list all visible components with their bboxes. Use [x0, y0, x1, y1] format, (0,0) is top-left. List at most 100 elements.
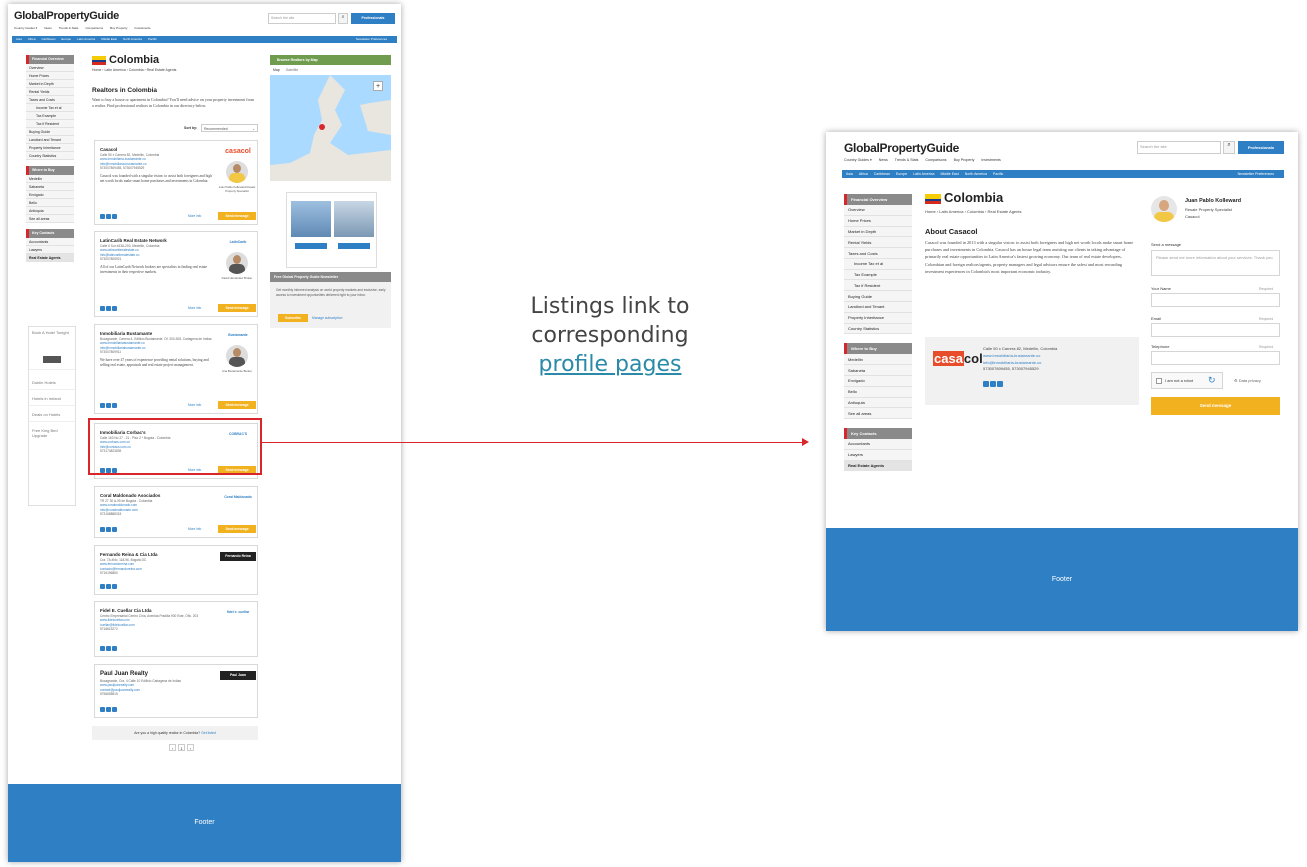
sidebar-item-financial-8[interactable]: Buying Guide: [844, 291, 912, 303]
region-caribbean[interactable]: Caribbean: [874, 172, 890, 176]
map-marker-icon[interactable]: [319, 124, 325, 130]
browse-map[interactable]: Map Satellite +: [270, 65, 391, 181]
facebook-icon[interactable]: [106, 403, 111, 408]
sidebar-item-where-0[interactable]: Medellin: [26, 175, 74, 183]
facebook-icon[interactable]: [106, 306, 111, 311]
side-advert[interactable]: Book A Hotel Tonight Dublin Hotels Hotel…: [28, 326, 76, 506]
facebook-icon[interactable]: [106, 707, 111, 712]
sidebar-item-financial-2[interactable]: Market in Depth: [26, 80, 74, 88]
region-latin-america[interactable]: Latin America: [913, 172, 934, 176]
sidebar-item-financial-4[interactable]: Taxes and Costs: [26, 96, 74, 104]
sidebar-item-financial-7[interactable]: Tax if Resident: [26, 120, 74, 128]
sidebar-item-financial-11[interactable]: Country Statistics: [26, 152, 74, 160]
send-message-button[interactable]: Send message: [1151, 397, 1280, 415]
ad-button[interactable]: [295, 243, 327, 249]
region-pacific[interactable]: Pacific: [993, 172, 1003, 176]
twitter-icon[interactable]: [112, 584, 117, 589]
sidebar-item-where-3[interactable]: Bello: [26, 199, 74, 207]
nav-investments[interactable]: Investments: [134, 26, 150, 30]
listing-card[interactable]: LatinCarib Real Estate Network Calle 6 Su…: [94, 231, 258, 317]
listing-name[interactable]: Paul Juan Realty: [100, 671, 148, 677]
ad-cta-button[interactable]: [43, 356, 61, 363]
facebook-icon[interactable]: [106, 646, 111, 651]
send-message-button[interactable]: Send message: [218, 525, 256, 533]
listing-name[interactable]: Casacol: [100, 147, 117, 152]
nav-trends[interactable]: Trends & Stats: [895, 158, 919, 162]
nav-buy-property[interactable]: Buy Property: [954, 158, 975, 162]
email-link[interactable]: contact@pauljuanrealty.com: [100, 688, 140, 692]
company-logo[interactable]: Bustamante: [220, 331, 256, 340]
send-message-button[interactable]: Send message: [218, 304, 256, 312]
site-logo[interactable]: GlobalPropertyGuide: [844, 141, 959, 155]
region-africa[interactable]: Africa: [859, 172, 868, 176]
company-logo[interactable]: Fernando Reina: [220, 552, 256, 561]
sidebar-item-key-2[interactable]: Real Estate Agents: [26, 254, 74, 262]
nav-country-guides[interactable]: Country Guides ▾: [844, 158, 872, 162]
pagination-prev[interactable]: ‹: [169, 744, 176, 751]
email-link[interactable]: info@inmobiliaria-bustamante.co: [100, 162, 146, 166]
sidebar-item-financial-0[interactable]: Overview: [26, 64, 74, 72]
listing-card[interactable]: Inmobiliaria Bustamante Bocagrande, Carre…: [94, 324, 258, 414]
sidebar-item-financial-10[interactable]: Property Inheritance: [26, 144, 74, 152]
contact-email-link[interactable]: info@inmobiliaria-bustamante.co: [983, 360, 1057, 367]
listing-card[interactable]: Coral Maldonado Asociados TR 27 30 A-09 d…: [94, 486, 258, 538]
data-privacy-link[interactable]: ⚙ Data privacy: [1234, 378, 1261, 383]
sidebar-item-financial-3[interactable]: Rental Yields: [844, 237, 912, 249]
more-info-link[interactable]: More info: [188, 527, 201, 531]
telephone-field[interactable]: [1151, 351, 1280, 365]
website-link[interactable]: www.fernandoreina.com: [100, 562, 134, 566]
subscribe-button[interactable]: Subscribe: [278, 314, 308, 322]
region-middle-east[interactable]: Middle East: [940, 172, 958, 176]
sidebar-item-where-0[interactable]: Medellin: [844, 354, 912, 366]
name-field[interactable]: [1151, 293, 1280, 307]
twitter-icon[interactable]: [112, 646, 117, 651]
search-icon[interactable]: ⌕: [338, 13, 348, 24]
sidebar-item-financial-1[interactable]: Home Prices: [26, 72, 74, 80]
twitter-icon[interactable]: [112, 306, 117, 311]
get-listed-link[interactable]: Get listed: [201, 731, 216, 735]
region-north-america[interactable]: North America: [123, 37, 142, 41]
ad-king-bed[interactable]: Free King Bed Upgrade: [29, 421, 75, 442]
facebook-icon[interactable]: [990, 381, 996, 387]
send-message-button[interactable]: Send message: [218, 401, 256, 409]
professionals-button[interactable]: Professionals: [1238, 141, 1284, 154]
nav-news[interactable]: News: [44, 26, 52, 30]
website-link[interactable]: www.pauljuanrealty.com: [100, 683, 134, 687]
sidebar-item-where-1[interactable]: Sabaneta: [844, 365, 912, 376]
manage-subscription-link[interactable]: Manage subscription: [312, 316, 342, 320]
sidebar-item-where-2[interactable]: Envigado: [26, 191, 74, 199]
sort-select[interactable]: Recommended ⌄: [201, 124, 258, 132]
search-icon[interactable]: ⌕: [1223, 141, 1235, 154]
company-logo[interactable]: Coral Maldonado: [220, 493, 256, 502]
twitter-icon[interactable]: [112, 707, 117, 712]
linkedin-icon[interactable]: [100, 214, 105, 219]
site-logo[interactable]: GlobalPropertyGuide: [14, 10, 119, 22]
listing-name[interactable]: Fidel E. Cuellar Cia Ltda: [100, 608, 152, 613]
ad-hotels-ireland[interactable]: Hotels in Ireland: [29, 389, 75, 405]
company-logo[interactable]: fidel e. cuellar: [220, 608, 256, 617]
sidebar-item-financial-5[interactable]: Income Tax et al: [26, 104, 74, 112]
listing-card[interactable]: Casacol Calle 50 x Carrera 82, Medellin, …: [94, 140, 258, 225]
sidebar-item-financial-8[interactable]: Buying Guide: [26, 128, 74, 136]
search-input[interactable]: Search the site: [1137, 141, 1221, 154]
contact-website-link[interactable]: www.inmobiliaria-bustamante.co: [983, 353, 1057, 360]
email-link[interactable]: info@coralmaldonado.com: [100, 508, 138, 512]
sidebar-item-where-5[interactable]: See all areas: [26, 215, 74, 223]
sidebar-item-financial-6[interactable]: Tax Example: [844, 269, 912, 281]
listing-card[interactable]: Paul Juan Realty Bocagrande, Cra. 4 Calle…: [94, 664, 258, 718]
nav-news[interactable]: News: [879, 158, 888, 162]
sidebar-item-key-0[interactable]: Accountants: [844, 439, 912, 450]
more-info-link[interactable]: More info: [188, 306, 201, 310]
twitter-icon[interactable]: [112, 214, 117, 219]
website-link[interactable]: www.latincaribrealestate.co: [100, 248, 139, 252]
linkedin-icon[interactable]: [100, 584, 105, 589]
email-field[interactable]: [1151, 323, 1280, 337]
recaptcha-checkbox[interactable]: [1156, 378, 1162, 384]
twitter-icon[interactable]: [112, 403, 117, 408]
sidebar-item-key-1[interactable]: Lawyers: [26, 246, 74, 254]
linkedin-icon[interactable]: [100, 646, 105, 651]
nav-buy-property[interactable]: Buy Property: [110, 26, 127, 30]
sidebar-item-financial-11[interactable]: Country Statistics: [844, 323, 912, 335]
website-link[interactable]: www.coralmaldonado.com: [100, 503, 137, 507]
region-asia[interactable]: Asia: [16, 37, 22, 41]
